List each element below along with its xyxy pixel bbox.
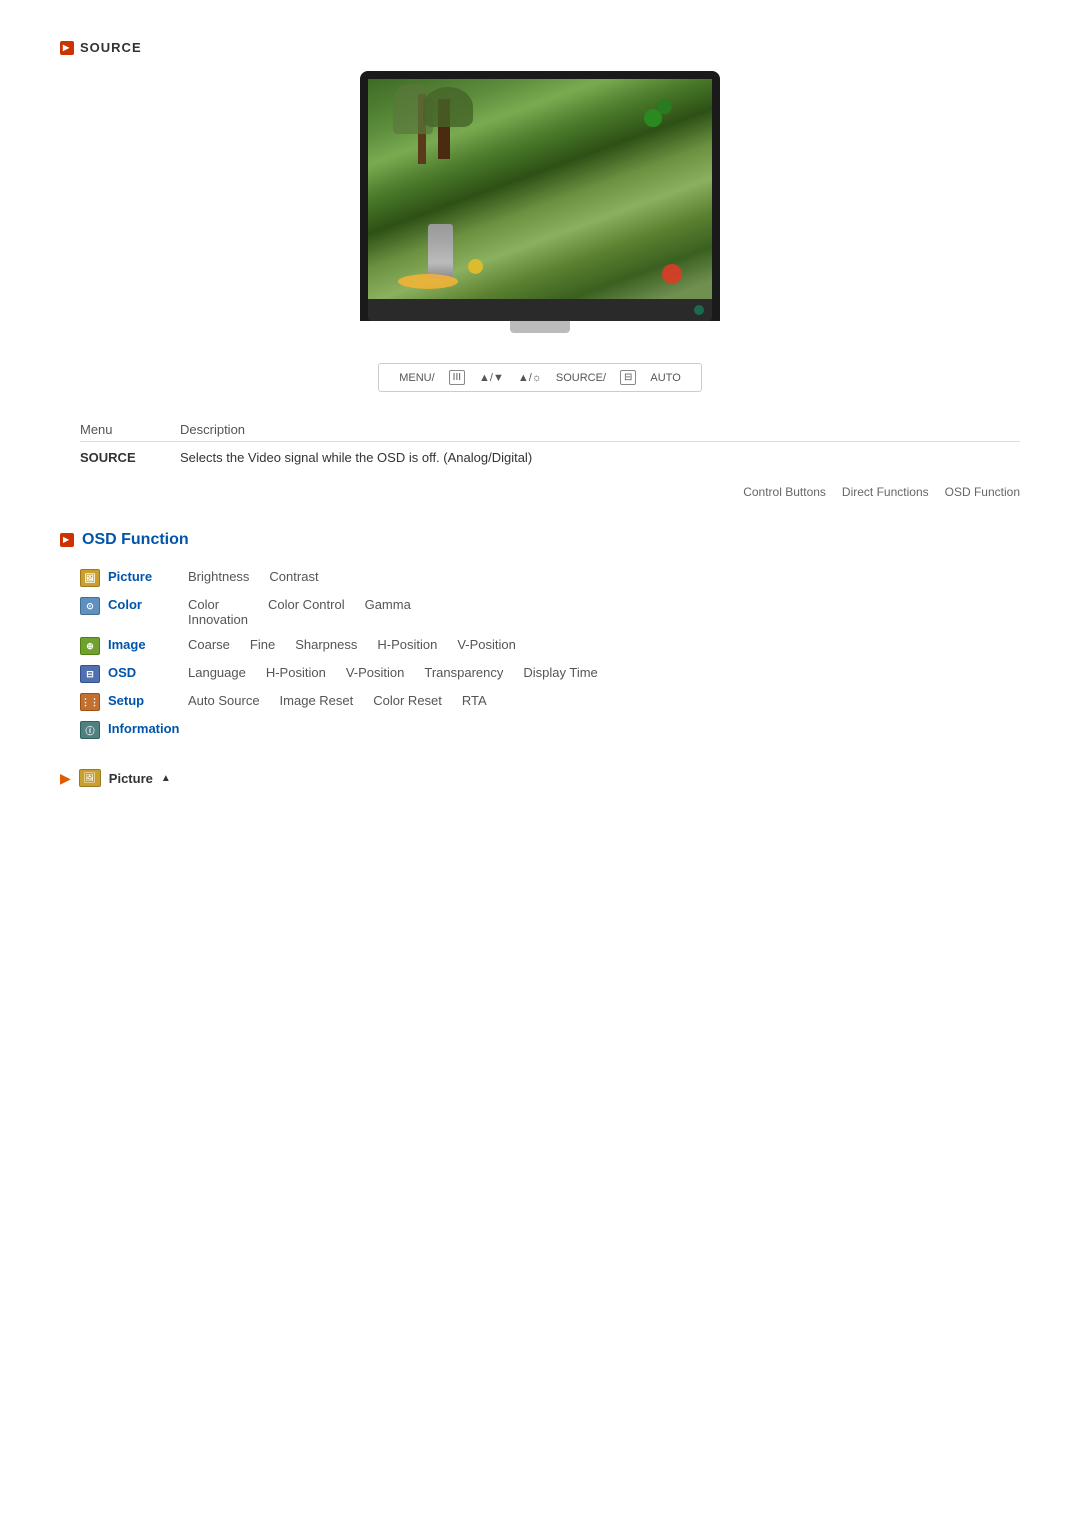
table-header-menu: Menu — [80, 422, 180, 437]
picture-footer: ▶ 🖼 Picture ▲ — [60, 769, 1020, 787]
monitor-container — [60, 71, 1020, 333]
osd-label-picture[interactable]: Picture — [108, 569, 188, 584]
ctrl-source-label: SOURCE/ — [556, 372, 606, 384]
table-header-row: Menu Description — [80, 422, 1020, 442]
ctrl-box-icon: III — [449, 370, 465, 385]
picture-footer-up-arrow-icon: ▲ — [161, 773, 171, 784]
tab-direct-functions[interactable]: Direct Functions — [842, 485, 929, 501]
table-menu-source: SOURCE — [80, 450, 180, 465]
source-header: SOURCE — [60, 40, 1020, 55]
tab-control-buttons[interactable]: Control Buttons — [743, 485, 826, 501]
osd-row-osd: ⊟ OSD Language H-Position V-Position Tra… — [80, 665, 1020, 683]
tab-osd-function[interactable]: OSD Function — [945, 485, 1020, 501]
osd-sub-brightness[interactable]: Brightness — [188, 569, 249, 584]
ctrl-auto-label: AUTO — [650, 372, 680, 384]
osd-row-setup: ⋮⋮ Setup Auto Source Image Reset Color R… — [80, 693, 1020, 711]
osd-sub-h-position-osd[interactable]: H-Position — [266, 665, 326, 680]
osd-sub-transparency[interactable]: Transparency — [424, 665, 503, 680]
nav-tabs: Control Buttons Direct Functions OSD Fun… — [60, 485, 1020, 501]
source-label: SOURCE — [80, 40, 142, 55]
color-icon: ⊙ — [80, 597, 100, 615]
setup-icon: ⋮⋮ — [80, 693, 100, 711]
osd-row-color: ⊙ Color ColorInnovation Color Control Ga… — [80, 597, 1020, 627]
osd-sub-language[interactable]: Language — [188, 665, 246, 680]
monitor-power-dot — [694, 305, 704, 315]
table-data-row: SOURCE Selects the Video signal while th… — [80, 450, 1020, 465]
osd-sub-sharpness[interactable]: Sharpness — [295, 637, 357, 652]
osd-section-header: OSD Function — [60, 531, 1020, 549]
osd-sub-rta[interactable]: RTA — [462, 693, 487, 708]
osd-sub-h-position-image[interactable]: H-Position — [377, 637, 437, 652]
table-desc-source: Selects the Video signal while the OSD i… — [180, 450, 532, 465]
controls-bar: MENU/ III ▲/▼ ▲/☼ SOURCE/ ⊟ AUTO — [378, 363, 702, 392]
source-arrow-icon — [60, 41, 74, 55]
osd-row-picture: 🖼 Picture Brightness Contrast — [80, 569, 1020, 587]
osd-sub-contrast[interactable]: Contrast — [269, 569, 318, 584]
osd-table: 🖼 Picture Brightness Contrast ⊙ Color Co… — [80, 569, 1020, 739]
osd-sub-gamma[interactable]: Gamma — [365, 597, 411, 627]
ctrl-menu-label: MENU/ — [399, 372, 434, 384]
picture-icon: 🖼 — [80, 569, 100, 587]
ctrl-nav-arrows: ▲/▼ — [479, 372, 504, 384]
osd-sub-color-reset[interactable]: Color Reset — [373, 693, 442, 708]
osd-label-osd[interactable]: OSD — [108, 665, 188, 680]
ctrl-brightness-icon: ▲/☼ — [518, 372, 542, 384]
osd-sub-image-reset[interactable]: Image Reset — [280, 693, 354, 708]
picture-footer-label[interactable]: Picture — [109, 771, 153, 786]
osd-sub-fine[interactable]: Fine — [250, 637, 275, 652]
ctrl-source-box: ⊟ — [620, 370, 636, 385]
osd-submenu-color: ColorInnovation Color Control Gamma — [188, 597, 411, 627]
osd-label-information[interactable]: Information — [108, 721, 188, 736]
osd-row-image: ⊕ Image Coarse Fine Sharpness H-Position… — [80, 637, 1020, 655]
osd-label-image[interactable]: Image — [108, 637, 188, 652]
osd-function-section: OSD Function 🖼 Picture Brightness Contra… — [60, 531, 1020, 739]
controls-bar-container: MENU/ III ▲/▼ ▲/☼ SOURCE/ ⊟ AUTO — [60, 363, 1020, 392]
osd-submenu-image: Coarse Fine Sharpness H-Position V-Posit… — [188, 637, 516, 652]
osd-icon: ⊟ — [80, 665, 100, 683]
osd-sub-color-innovation[interactable]: ColorInnovation — [188, 597, 248, 627]
monitor — [360, 71, 720, 321]
monitor-stand — [360, 321, 720, 333]
osd-section-arrow-icon — [60, 533, 74, 547]
osd-sub-v-position-image[interactable]: V-Position — [457, 637, 516, 652]
monitor-screen — [368, 79, 712, 299]
osd-sub-coarse[interactable]: Coarse — [188, 637, 230, 652]
osd-sub-v-position-osd[interactable]: V-Position — [346, 665, 405, 680]
image-icon: ⊕ — [80, 637, 100, 655]
picture-footer-arrow-icon: ▶ — [60, 770, 71, 787]
table-section: Menu Description SOURCE Selects the Vide… — [60, 422, 1020, 465]
osd-submenu-osd: Language H-Position V-Position Transpare… — [188, 665, 598, 680]
osd-section-title: OSD Function — [82, 531, 189, 549]
osd-sub-auto-source[interactable]: Auto Source — [188, 693, 260, 708]
picture-footer-image-icon: 🖼 — [79, 769, 101, 787]
osd-label-color[interactable]: Color — [108, 597, 188, 612]
osd-label-setup[interactable]: Setup — [108, 693, 188, 708]
osd-sub-display-time[interactable]: Display Time — [523, 665, 597, 680]
osd-submenu-setup: Auto Source Image Reset Color Reset RTA — [188, 693, 487, 708]
monitor-bottom-bar — [368, 299, 712, 321]
osd-row-information: ⓘ Information — [80, 721, 1020, 739]
osd-sub-color-control[interactable]: Color Control — [268, 597, 345, 627]
osd-submenu-picture: Brightness Contrast — [188, 569, 319, 584]
table-header-desc: Description — [180, 422, 245, 437]
information-icon: ⓘ — [80, 721, 100, 739]
